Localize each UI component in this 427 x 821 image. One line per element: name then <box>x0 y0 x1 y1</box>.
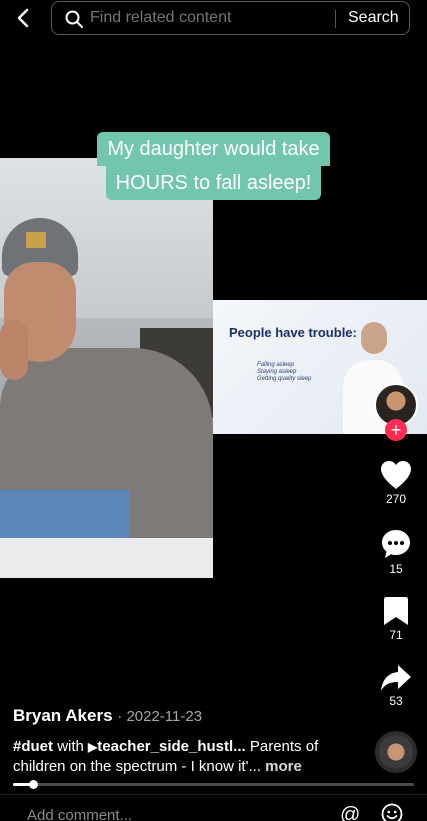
search-divider <box>335 10 336 28</box>
music-disc-icon[interactable] <box>375 731 417 773</box>
bookmark-icon <box>384 597 408 625</box>
back-button[interactable] <box>12 6 36 30</box>
play-icon: ▶ <box>88 740 98 754</box>
search-button[interactable]: Search <box>348 2 399 34</box>
like-button[interactable]: 270 <box>376 460 416 506</box>
slide-bullets: Falling asleep Staying asleep Getting qu… <box>257 362 311 383</box>
comment-input[interactable]: Add comment... <box>27 807 132 821</box>
save-count: 71 <box>389 628 403 642</box>
table-edge <box>0 538 213 578</box>
author-row: Bryan Akers · 2022-11-23 <box>13 706 373 726</box>
share-icon <box>381 665 411 691</box>
slide-bullet: Staying asleep <box>257 369 297 375</box>
post-meta: Bryan Akers · 2022-11-23 <box>13 706 373 726</box>
search-icon <box>65 10 83 28</box>
more-link[interactable]: more <box>265 758 302 775</box>
slide-bullet: Getting quality sleep <box>257 376 312 382</box>
slide-bullet: Falling asleep <box>257 362 295 368</box>
video-progress-bar[interactable] <box>13 780 414 789</box>
chevron-left-icon <box>17 8 29 28</box>
comment-count: 15 <box>389 562 403 576</box>
save-button[interactable]: 71 <box>376 596 416 642</box>
like-count: 270 <box>385 492 407 506</box>
with-text: with <box>57 738 84 755</box>
duet-user-link[interactable]: ▶teacher_side_hustl... <box>88 738 250 755</box>
progress-knob[interactable] <box>29 780 38 789</box>
slide-title: People have trouble: <box>229 325 357 340</box>
video-caption: My daughter would take HOURS to fall asl… <box>0 132 427 200</box>
caption-line-2: HOURS to fall asleep! <box>105 166 322 200</box>
person-hand <box>0 320 28 380</box>
comment-bar: Add comment... @ <box>0 794 427 821</box>
mention-icon[interactable]: @ <box>340 804 360 821</box>
post-date: · 2022-11-23 <box>117 708 203 725</box>
beanie-logo <box>26 232 46 248</box>
post-description: #duet with ▶teacher_side_hustl... Parent… <box>13 737 363 777</box>
duet-user-name: teacher_side_hustl... <box>97 738 246 755</box>
emoji-icon[interactable] <box>381 803 403 821</box>
search-input[interactable] <box>90 2 330 34</box>
comment-button[interactable]: 15 <box>376 528 416 576</box>
caption-line-1: My daughter would take <box>97 132 330 166</box>
share-count: 53 <box>389 694 403 708</box>
duet-left-video[interactable] <box>0 158 213 578</box>
author-name[interactable]: Bryan Akers <box>13 706 113 725</box>
follow-button[interactable]: + <box>385 419 407 441</box>
search-bar[interactable]: Search <box>51 1 410 35</box>
hashtag-link[interactable]: #duet <box>13 738 53 755</box>
comment-icon <box>382 530 410 558</box>
doctor-head <box>361 322 387 354</box>
share-button[interactable]: 53 <box>376 664 416 708</box>
heart-icon <box>381 461 411 489</box>
top-bar: Search <box>0 0 427 40</box>
